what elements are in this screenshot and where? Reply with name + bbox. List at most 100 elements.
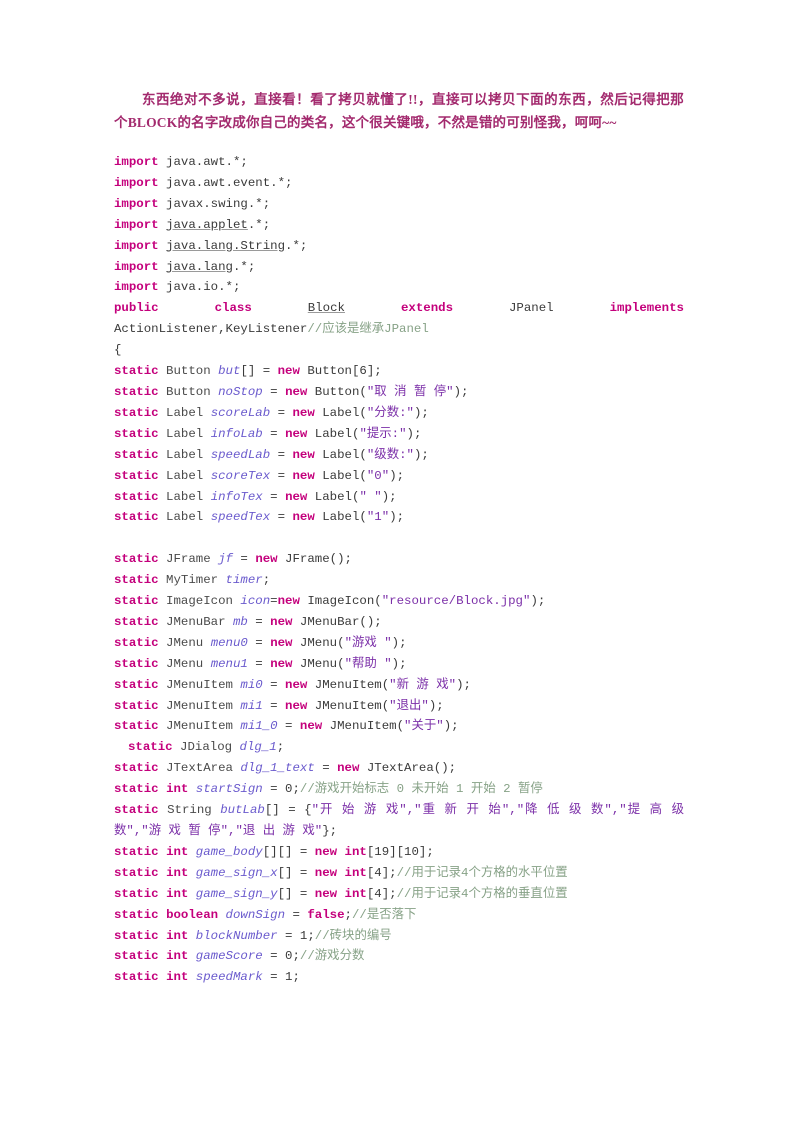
constructor-call: JTextArea();	[359, 761, 457, 776]
import-path: java.awt.event.*;	[158, 175, 293, 190]
string-literal: "游戏 "	[344, 635, 392, 650]
keyword-static: static	[114, 594, 159, 609]
operator: =	[247, 635, 271, 650]
field-type: Label	[158, 426, 211, 441]
keyword-static: static	[114, 803, 159, 818]
keyword-int: int	[166, 949, 189, 964]
field-name: dlg_1	[239, 740, 277, 755]
code-line-field-4: static Label speedLab = new Label("级数:")…	[114, 445, 684, 466]
field-name: butLab	[220, 803, 265, 818]
operator: =	[314, 761, 338, 776]
code-line-array-1: static int game_sign_x[] = new int[4];//…	[114, 863, 684, 884]
field-name: infoLab	[210, 426, 263, 441]
keyword-static: static	[128, 740, 173, 755]
keyword-static: static	[114, 886, 159, 901]
operator: =	[285, 907, 308, 922]
constructor-call: Label(	[314, 468, 367, 483]
operator: =	[270, 468, 293, 483]
document-page: 东西绝对不多说，直接看！看了拷贝就懂了!!，直接可以拷贝下面的东西，然后记得把那…	[0, 0, 800, 1132]
constructor-call: JMenuItem(	[307, 698, 390, 713]
field-name: mb	[232, 614, 248, 629]
field-type: JMenuBar	[158, 614, 233, 629]
code-line-import-5: import java.lang.*;	[114, 257, 684, 278]
field-name: speedTex	[210, 510, 271, 525]
operator: =	[247, 614, 271, 629]
keyword-public: public	[114, 301, 159, 316]
field-name: mi0	[240, 677, 263, 692]
import-suffix: .*;	[232, 259, 256, 274]
keyword-new: new	[285, 426, 308, 441]
code-line-startsign: static int startSign = 0;//游戏开始标志 0 未开始 …	[114, 779, 684, 800]
operator: =	[262, 384, 286, 399]
code-line-field-1: static Button noStop = new Button("取 消 暂…	[114, 382, 684, 403]
field-name: but	[218, 364, 241, 379]
line-end: ;	[344, 907, 352, 922]
keyword-import: import	[114, 175, 159, 190]
import-path: javax.swing.*;	[158, 196, 271, 211]
keyword-static: static	[114, 426, 159, 441]
code-line-field2-4: static JMenu menu0 = new JMenu("游戏 ");	[114, 633, 684, 654]
code-line-scalar-0: static boolean downSign = false;//是否落下	[114, 905, 684, 926]
line-end: );	[428, 698, 444, 713]
keyword-extends: extends	[400, 301, 454, 316]
operator: =	[262, 949, 286, 964]
string-literal: "帮助 "	[344, 656, 392, 671]
import-path: java.io.*;	[158, 280, 241, 295]
line-end: );	[443, 719, 459, 734]
field-name: mi1	[240, 698, 263, 713]
field-name: game_sign_y	[188, 886, 278, 901]
intro-paragraph: 东西绝对不多说，直接看！看了拷贝就懂了!!，直接可以拷贝下面的东西，然后记得把那…	[114, 92, 684, 130]
keyword-static: static	[114, 489, 159, 504]
keyword-class: class	[214, 301, 252, 316]
array-dimensions: [19][10];	[366, 844, 434, 859]
constructor-call: JMenu(	[292, 635, 345, 650]
inline-comment: //用于记录4个方格的垂直位置	[396, 886, 568, 901]
keyword-new: new	[314, 844, 338, 859]
field-name: scoreLab	[210, 405, 271, 420]
field-type: Label	[158, 468, 211, 483]
line-end: );	[453, 384, 469, 399]
operator: [] = {	[264, 803, 312, 818]
code-line-class-declaration: public class Block extends JPanel implements	[114, 298, 684, 319]
keyword-import: import	[114, 155, 159, 169]
keyword-new: new	[285, 677, 308, 692]
keyword-static: static	[114, 865, 159, 880]
line-end: );	[530, 594, 546, 609]
code-line-field-5: static Label scoreTex = new Label("0");	[114, 466, 684, 487]
keyword-new: new	[314, 886, 338, 901]
keyword-new: new	[292, 468, 315, 483]
code-line-field-6: static Label infoTex = new Label(" ");	[114, 487, 684, 508]
keyword-import: import	[114, 196, 159, 211]
keyword-static: static	[114, 656, 159, 671]
keyword-new: new	[285, 489, 308, 504]
field-name: menu1	[210, 656, 248, 671]
line-end: };	[322, 823, 338, 838]
code-line-open-brace: {	[114, 340, 684, 361]
code-block: import java.awt.*; import java.awt.event…	[114, 152, 684, 988]
keyword-new: new	[277, 364, 300, 379]
keyword-new: new	[292, 447, 315, 462]
field-name: downSign	[218, 907, 286, 922]
line-end: );	[413, 447, 429, 462]
code-line-textarea: static JTextArea dlg_1_text = new JTextA…	[114, 758, 684, 779]
code-line-field2-1: static MyTimer timer;	[114, 570, 684, 591]
constructor-call: JFrame();	[277, 552, 352, 567]
field-type: JDialog	[172, 740, 240, 755]
field-initializer: Button[6];	[299, 364, 382, 379]
field-name: noStop	[218, 384, 263, 399]
operator: =	[262, 782, 286, 797]
code-line-field2-5: static JMenu menu1 = new JMenu("帮助 ");	[114, 654, 684, 675]
keyword-new: new	[299, 719, 323, 734]
code-line-field2-6: static JMenuItem mi0 = new JMenuItem("新 …	[114, 675, 684, 696]
keyword-static: static	[114, 447, 159, 462]
keyword-new: new	[292, 405, 315, 420]
keyword-static: static	[114, 928, 159, 943]
constructor-call: ImageIcon(	[299, 594, 382, 609]
string-literal: "退出"	[389, 698, 429, 713]
keyword-static: static	[114, 468, 159, 483]
operator: =	[270, 510, 293, 525]
operator: [] =	[240, 364, 278, 379]
constructor-call: JMenuItem(	[307, 677, 390, 692]
field-name: dlg_1_text	[240, 761, 315, 776]
